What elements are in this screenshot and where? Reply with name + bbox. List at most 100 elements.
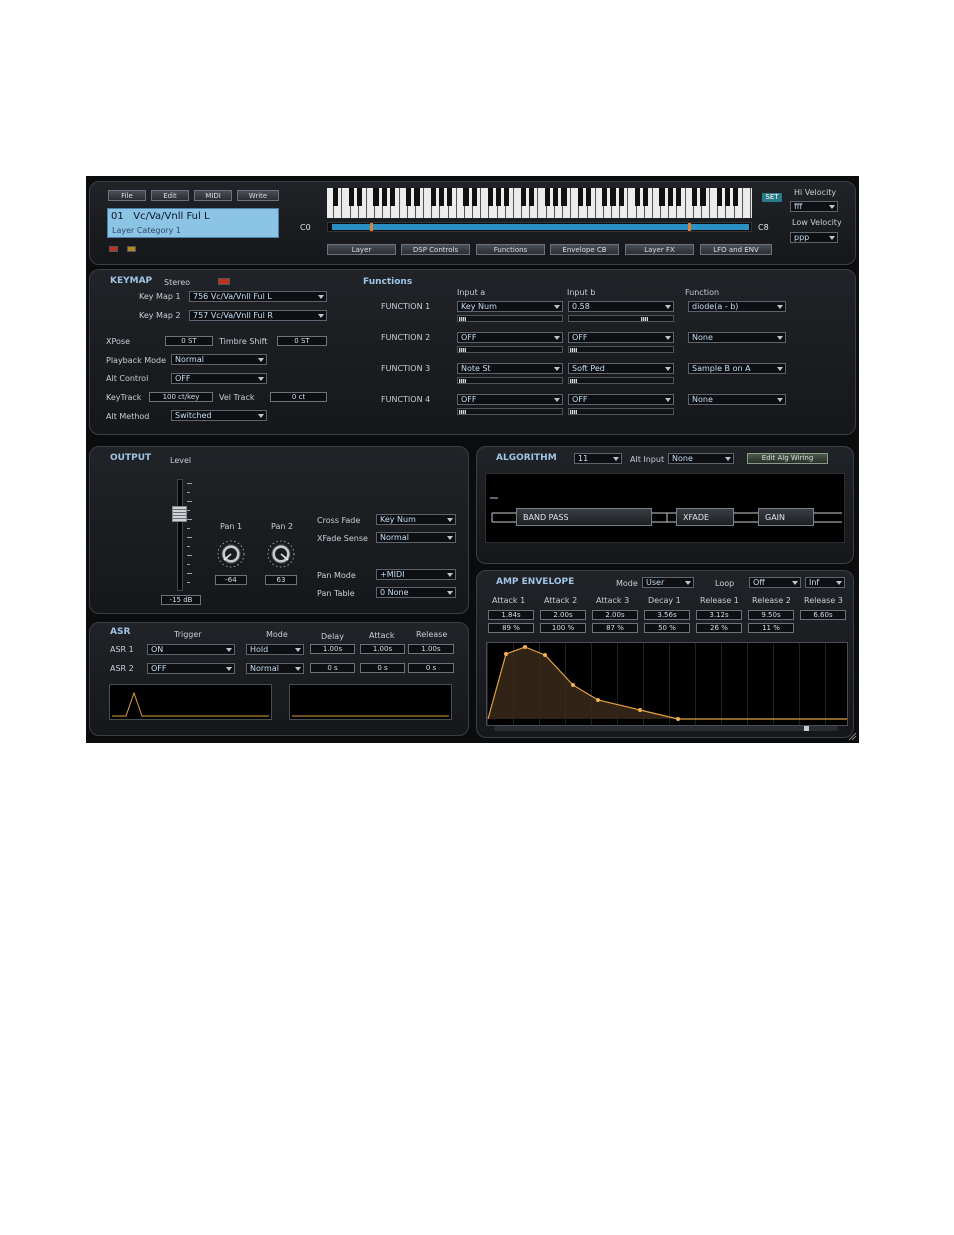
low-key-handle[interactable]	[370, 223, 373, 231]
amp-stage-time-field[interactable]: 9.50s	[748, 610, 794, 620]
black-key[interactable]	[634, 188, 641, 206]
black-key[interactable]	[692, 188, 698, 206]
program-display[interactable]: 01 Vc/Va/Vnll Ful L Layer Category 1	[107, 208, 279, 238]
asr-attack-field[interactable]: 1.00s	[360, 644, 405, 654]
function-input-a-slider[interactable]	[457, 346, 563, 353]
function-input-b-slider[interactable]	[568, 408, 674, 415]
hi-velocity-select[interactable]: fff	[790, 201, 838, 212]
black-key[interactable]	[561, 188, 567, 206]
black-key[interactable]	[496, 188, 502, 206]
xpose-field[interactable]: 0 ST	[165, 336, 213, 346]
function-input-a-select[interactable]: OFF	[457, 332, 563, 343]
function-input-a-select[interactable]: Key Num	[457, 301, 563, 312]
amp-envelope-scrollbar[interactable]	[494, 726, 838, 731]
black-key[interactable]	[602, 188, 608, 206]
amp-stage-time-field[interactable]: 2.00s	[540, 610, 586, 620]
black-key[interactable]	[373, 188, 379, 206]
alg-block-gain[interactable]: GAIN	[758, 508, 814, 526]
amp-envelope-graph[interactable]	[486, 642, 848, 726]
black-key[interactable]	[348, 188, 355, 206]
stereo-toggle[interactable]	[218, 278, 230, 285]
black-key[interactable]	[381, 188, 387, 206]
function-input-b-select[interactable]: Soft Ped	[568, 363, 674, 374]
black-key[interactable]	[463, 188, 469, 206]
function-input-b-slider[interactable]	[568, 315, 674, 322]
keymap2-select[interactable]: 757 Vc/Va/Vnll Ful R	[189, 310, 327, 321]
alt-control-select[interactable]: OFF	[171, 373, 267, 384]
black-key[interactable]	[471, 188, 477, 206]
black-key[interactable]	[528, 188, 534, 206]
function-input-a-select[interactable]: Note St	[457, 363, 563, 374]
slider-thumb[interactable]	[641, 317, 648, 321]
black-key[interactable]	[430, 188, 436, 206]
asr-release-field[interactable]: 0 s	[408, 663, 454, 673]
timbre-shift-field[interactable]: 0 ST	[277, 336, 327, 346]
pan1-value[interactable]: -64	[215, 575, 247, 585]
black-key[interactable]	[577, 188, 583, 206]
black-key[interactable]	[487, 188, 494, 206]
tab-functions[interactable]: Functions	[476, 244, 545, 255]
amp-stage-level-field[interactable]: 26 %	[696, 623, 742, 633]
tab-layer[interactable]: Layer	[327, 244, 396, 255]
alg-block-xfade[interactable]: XFADE	[676, 508, 734, 526]
black-key[interactable]	[553, 188, 559, 206]
write-menu-button[interactable]: Write	[237, 190, 279, 201]
black-key[interactable]	[545, 188, 551, 206]
asr-attack-field[interactable]: 0 s	[360, 663, 405, 673]
tab-layer-fx[interactable]: Layer FX	[625, 244, 694, 255]
slider-thumb[interactable]	[459, 379, 466, 383]
function-input-a-slider[interactable]	[457, 408, 563, 415]
amp-stage-level-field[interactable]: 100 %	[540, 623, 586, 633]
scroll-thumb[interactable]	[804, 726, 809, 731]
xfade-sense-select[interactable]: Normal	[376, 532, 456, 543]
amp-mode-select[interactable]: User	[642, 577, 694, 588]
black-key[interactable]	[446, 188, 453, 206]
function-input-a-select[interactable]: OFF	[457, 394, 563, 405]
keytrack-field[interactable]: 100 ct/key	[149, 392, 213, 402]
black-key[interactable]	[520, 188, 526, 206]
alt-method-select[interactable]: Switched	[171, 410, 267, 421]
slider-thumb[interactable]	[459, 348, 466, 352]
vel-track-field[interactable]: 0 ct	[270, 392, 327, 402]
black-key[interactable]	[504, 188, 510, 206]
pan-mode-select[interactable]: +MIDI	[376, 569, 456, 580]
slider-thumb[interactable]	[570, 379, 577, 383]
alg-block-band-pass[interactable]: BAND PASS	[516, 508, 652, 526]
function-input-a-slider[interactable]	[457, 315, 563, 322]
slider-thumb[interactable]	[570, 410, 577, 414]
amp-stage-level-field[interactable]: 11 %	[748, 623, 794, 633]
function-type-select[interactable]: None	[688, 394, 786, 405]
amp-stage-time-field[interactable]: 3.56s	[644, 610, 690, 620]
yellow-led-indicator[interactable]	[127, 246, 136, 252]
amp-stage-level-field[interactable]: 87 %	[592, 623, 638, 633]
loop-select[interactable]: Off	[749, 577, 801, 588]
black-key[interactable]	[618, 188, 624, 206]
black-key[interactable]	[332, 188, 338, 206]
tab-envelope-cb[interactable]: Envelope CB	[550, 244, 619, 255]
edit-alg-wiring-button[interactable]: Edit Alg Wiring	[747, 453, 828, 464]
slider-thumb[interactable]	[570, 348, 577, 352]
black-key[interactable]	[733, 188, 739, 206]
amp-stage-level-field[interactable]: 50 %	[644, 623, 690, 633]
function-input-b-select[interactable]: 0.58	[568, 301, 674, 312]
function-input-b-select[interactable]: OFF	[568, 394, 674, 405]
white-key[interactable]	[743, 188, 751, 218]
midi-menu-button[interactable]: MIDI	[194, 190, 232, 201]
function-type-select[interactable]: None	[688, 332, 786, 343]
asr-release-field[interactable]: 1.00s	[408, 644, 454, 654]
key-range-bar[interactable]	[327, 222, 752, 232]
high-key-handle[interactable]	[688, 223, 691, 231]
tab-dsp-controls[interactable]: DSP Controls	[401, 244, 470, 255]
low-velocity-select[interactable]: ppp	[790, 232, 838, 243]
function-input-b-slider[interactable]	[568, 377, 674, 384]
piano-keyboard[interactable]	[327, 188, 752, 218]
level-value[interactable]: -15 dB	[161, 595, 201, 605]
level-fader-handle[interactable]	[172, 506, 187, 522]
function-input-b-slider[interactable]	[568, 346, 674, 353]
black-key[interactable]	[724, 188, 731, 206]
pan2-value[interactable]: 63	[265, 575, 297, 585]
slider-thumb[interactable]	[459, 410, 466, 414]
keymap1-select[interactable]: 756 Vc/Va/Vnll Ful L	[189, 291, 327, 302]
black-key[interactable]	[700, 188, 706, 206]
playback-mode-select[interactable]: Normal	[171, 354, 267, 365]
